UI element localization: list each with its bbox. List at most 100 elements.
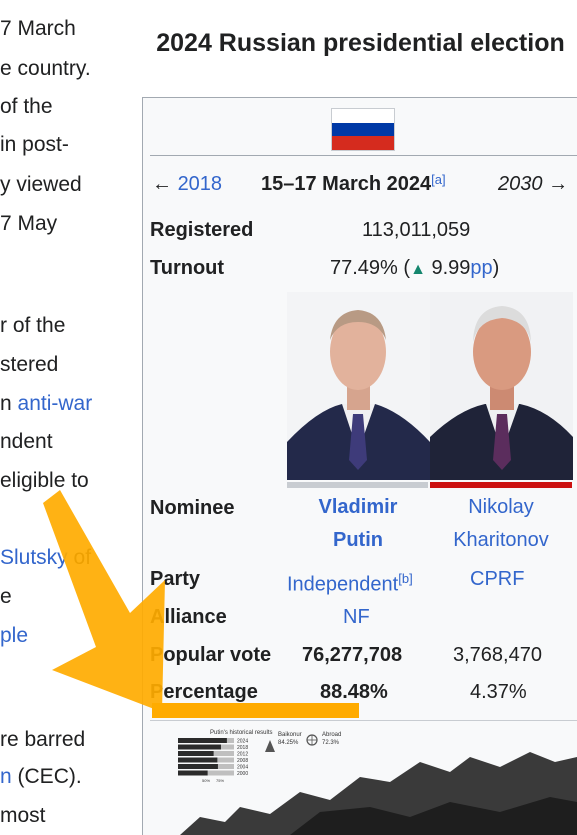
history-year-label: 2018 — [237, 745, 248, 751]
article-line: Slutsky of — [0, 546, 91, 570]
article-line: eligible to — [0, 469, 89, 493]
highlight-underline — [152, 703, 359, 718]
kharitonov-last-name[interactable]: Kharitonov — [429, 524, 573, 557]
history-year-label: 2012 — [237, 752, 248, 758]
article-line: in post- — [0, 133, 69, 157]
article-text-span: re barred — [0, 728, 86, 751]
history-bar-2012 — [178, 751, 214, 756]
previous-year[interactable]: 2018 — [178, 173, 223, 195]
putin-alliance-link[interactable]: NF — [343, 606, 370, 628]
article-line: y viewed — [0, 173, 82, 197]
results-map[interactable]: Putin's historical results 2024 2018 2012 2… — [170, 722, 577, 835]
article-text-span: r of the — [0, 314, 66, 337]
article-text-span: n — [0, 392, 18, 415]
article-line: e country. — [0, 57, 91, 81]
putin-party-link[interactable]: Independent — [287, 574, 398, 596]
article-text-span: y viewed — [0, 173, 82, 196]
infobox-title: 2024 Russian presidential election — [156, 29, 565, 57]
article-line: e — [0, 585, 12, 609]
article-line: stered — [0, 353, 58, 377]
history-axis-tick: 50% — [202, 778, 210, 783]
nominee-label: Nominee — [150, 497, 235, 519]
article-text-span: eligible to — [0, 469, 89, 492]
divider — [150, 720, 577, 721]
article-line: 7 May — [0, 212, 57, 236]
article-link[interactable]: Slutsky — [0, 546, 68, 569]
percentage-label: Percentage — [150, 681, 258, 703]
article-link[interactable]: n — [0, 765, 12, 788]
article-text-span: 7 March — [0, 17, 76, 40]
article-link[interactable]: ple — [0, 624, 28, 647]
article-text-span: of the — [0, 95, 53, 118]
article-line: ple — [0, 624, 28, 648]
article-text-span: most — [0, 804, 46, 827]
kharitonov-photo[interactable] — [430, 292, 573, 480]
popular-vote-label: Popular vote — [150, 644, 272, 666]
kharitonov-color-bar — [430, 482, 572, 488]
kharitonov-popular-vote: 3,768,470 — [453, 644, 542, 666]
registered-label: Registered — [150, 219, 254, 241]
left-arrow-icon: ← — [152, 173, 172, 195]
footnote-b[interactable]: [b] — [398, 571, 412, 586]
percentage-points-link[interactable]: pp — [470, 257, 492, 279]
putin-name-link[interactable]: Vladimir Putin — [286, 491, 430, 557]
turnout-close-paren: ) — [492, 257, 500, 279]
baikonur-label: Baikonur — [278, 732, 302, 738]
flag-stripe-blue — [332, 122, 394, 137]
previous-election-link[interactable]: ← 2018 — [152, 172, 222, 196]
putin-popular-vote: 76,277,708 — [302, 644, 403, 666]
putin-alliance[interactable]: NF — [343, 605, 370, 629]
turnout-value: 77.49% (▲ 9.99pp) — [330, 256, 499, 282]
article-text-span: in post- — [0, 133, 69, 156]
turnout-percent: 77.49% ( — [330, 257, 411, 279]
article-line: n (CEC). — [0, 765, 82, 789]
history-bar-2024 — [178, 738, 227, 743]
kharitonov-first-name[interactable]: Nikolay — [429, 491, 573, 524]
footnote-a[interactable]: [a] — [431, 172, 445, 187]
kharitonov-name-link[interactable]: Nikolay Kharitonov — [429, 491, 573, 557]
history-year-label: 2000 — [237, 771, 248, 777]
turnout-change: 9.99 — [425, 257, 471, 279]
article-text-span: stered — [0, 353, 59, 376]
article-text-span: 7 May — [0, 212, 58, 235]
article-text-span: ndent — [0, 430, 53, 453]
alliance-label: Alliance — [150, 606, 227, 628]
history-title: Putin's historical results — [210, 730, 273, 736]
history-year-label: 2008 — [237, 758, 248, 764]
article-text-span: (CEC). — [11, 765, 82, 788]
russia-flag-icon[interactable] — [331, 108, 395, 151]
kharitonov-party-link[interactable]: CPRF — [470, 568, 524, 590]
history-bar-2018 — [178, 744, 221, 750]
history-year-label: 2004 — [237, 765, 248, 771]
history-bar-2000 — [178, 770, 208, 776]
article-text-span: e country. — [0, 57, 91, 80]
putin-first-name[interactable]: Vladimir — [286, 491, 430, 524]
flag-stripe-red — [332, 136, 394, 150]
next-year[interactable]: 2030 — [498, 173, 543, 195]
turnout-label: Turnout — [150, 257, 225, 279]
election-date-text: 15–17 March 2024 — [261, 173, 432, 195]
putin-percentage: 88.48% — [320, 681, 388, 703]
baikonur-value: 84.25% — [278, 740, 299, 746]
party-label: Party — [150, 568, 201, 590]
article-line: re barred — [0, 728, 85, 752]
putin-color-bar — [287, 482, 428, 488]
increase-arrow-icon: ▲ — [410, 261, 426, 278]
article-line: 7 March — [0, 17, 76, 41]
article-line: r of the — [0, 314, 65, 338]
abroad-label: Abroad — [322, 732, 341, 738]
registered-value: 113,011,059 — [362, 219, 471, 241]
history-bar-2004 — [178, 764, 218, 769]
election-date: 15–17 March 2024[a] — [261, 172, 446, 196]
putin-party[interactable]: Independent[b] — [287, 567, 413, 597]
article-link[interactable]: anti-war — [18, 392, 93, 415]
article-line: most — [0, 804, 46, 828]
kharitonov-party[interactable]: CPRF — [470, 567, 524, 591]
putin-last-name[interactable]: Putin — [286, 524, 430, 557]
history-axis-tick: 75% — [216, 778, 224, 783]
article-line: ndent — [0, 430, 53, 454]
next-election-link[interactable]: 2030 → — [498, 172, 568, 196]
divider — [150, 155, 577, 156]
article-line: of the — [0, 95, 53, 119]
putin-photo[interactable] — [287, 292, 430, 480]
